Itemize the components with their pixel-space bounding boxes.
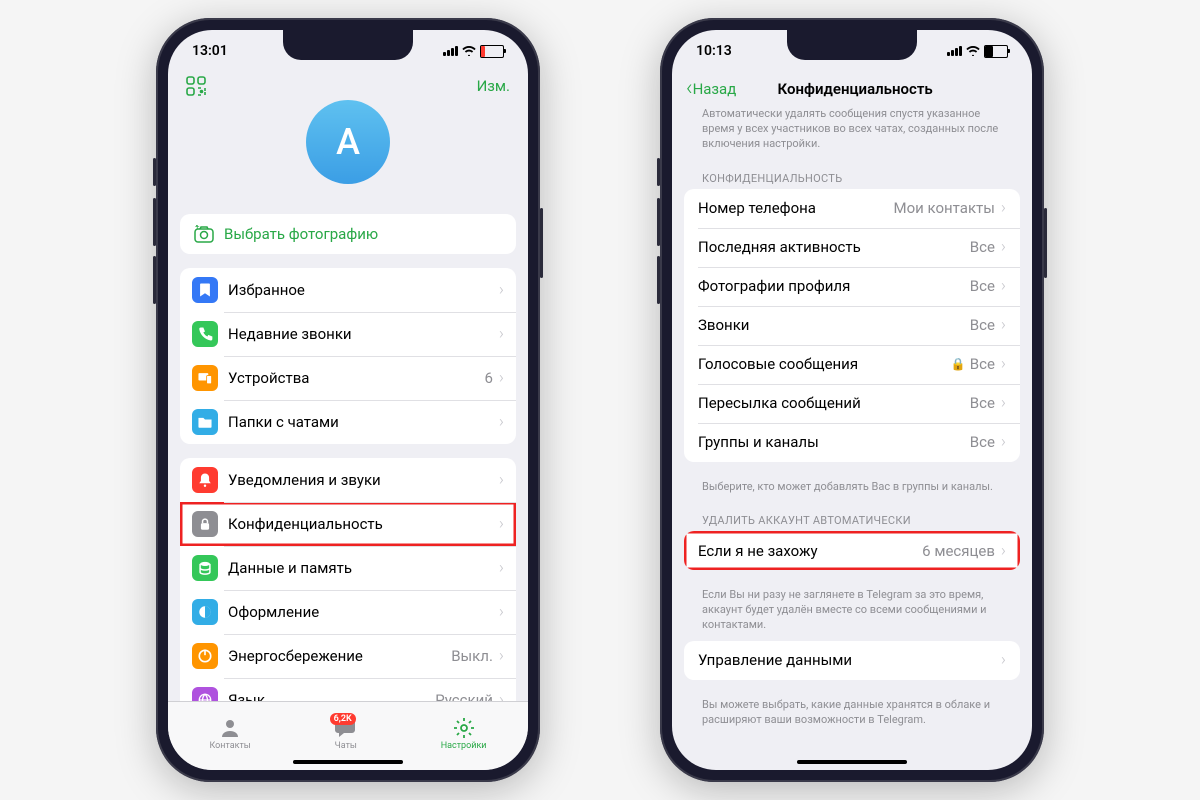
row-звонки[interactable]: Звонки Все › [684, 306, 1020, 345]
chevron-right-icon: › [1001, 432, 1006, 452]
tab-contacts[interactable]: Контакты [209, 717, 250, 751]
chevron-right-icon: › [499, 690, 504, 701]
chats-badge: 6,2K [330, 713, 356, 725]
settings-group-2: Уведомления и звуки › Конфиденциальность… [180, 458, 516, 701]
privacy-group: Номер телефона Мои контакты ›Последняя а… [684, 189, 1020, 462]
row-auto-delete-account[interactable]: Если я не захожу 6 месяцев › [684, 531, 1020, 570]
lock-icon: 🔒 [951, 357, 966, 371]
battery-icon-low [480, 45, 504, 58]
notch [283, 30, 413, 60]
chevron-right-icon: › [1001, 393, 1006, 413]
row-голосовые-сообщения[interactable]: Голосовые сообщения 🔒 Все › [684, 345, 1020, 384]
section-delete-header: УДАЛИТЬ АККАУНТ АВТОМАТИЧЕСКИ [684, 502, 1020, 531]
row-lang[interactable]: Язык Русский › [180, 678, 516, 701]
status-indicators [443, 45, 504, 58]
chevron-right-icon: › [499, 280, 504, 300]
chevron-right-icon: › [499, 368, 504, 388]
theme-icon [192, 599, 218, 625]
nav-bar: ‹ Назад Конфиденциальность [672, 72, 1032, 107]
row-номер-телефона[interactable]: Номер телефона Мои контакты › [684, 189, 1020, 228]
chevron-right-icon: › [1001, 650, 1006, 670]
avatar[interactable]: A [306, 100, 390, 184]
choose-photo-button[interactable]: + Выбрать фотографию [180, 214, 516, 254]
row-фотографии-профиля[interactable]: Фотографии профиля Все › [684, 267, 1020, 306]
chevron-right-icon: › [499, 602, 504, 622]
phone-settings: 13:01 Изм. A + Выбрать фотографию [156, 18, 540, 782]
row-power[interactable]: Энергосбережение Выкл. › [180, 634, 516, 678]
battery-icon [984, 45, 1008, 58]
home-indicator[interactable] [293, 760, 403, 764]
row-folder[interactable]: Папки с чатами › [180, 400, 516, 444]
phone-icon [192, 321, 218, 347]
chevron-right-icon: › [1001, 276, 1006, 296]
home-indicator[interactable] [797, 760, 907, 764]
row-группы-и-каналы[interactable]: Группы и каналы Все › [684, 423, 1020, 462]
row-manage-data[interactable]: Управление данными › [684, 641, 1020, 680]
power-icon [192, 643, 218, 669]
row-bookmark[interactable]: Избранное › [180, 268, 516, 312]
qr-icon[interactable] [186, 76, 206, 96]
settings-group-1: Избранное › Недавние звонки › Устройства… [180, 268, 516, 444]
settings-icon [452, 717, 476, 739]
choose-photo-label: Выбрать фотографию [224, 225, 378, 243]
bookmark-icon [192, 277, 218, 303]
chevron-right-icon: › [499, 558, 504, 578]
folder-icon [192, 409, 218, 435]
status-time: 13:01 [192, 43, 228, 59]
section-delete-footer: Если Вы ни разу не заглянете в Telegram … [684, 584, 1020, 641]
status-time: 10:13 [696, 43, 732, 59]
chevron-right-icon: › [1001, 198, 1006, 218]
manage-group: Управление данными › [684, 641, 1020, 680]
svg-text:+: + [195, 225, 200, 231]
tab-settings[interactable]: Настройки [441, 717, 487, 751]
chevron-right-icon: › [499, 324, 504, 344]
row-lock[interactable]: Конфиденциальность › [180, 502, 516, 546]
row-phone[interactable]: Недавние звонки › [180, 312, 516, 356]
lock-icon [192, 511, 218, 537]
wifi-icon [462, 46, 476, 56]
row-последняя-активность[interactable]: Последняя активность Все › [684, 228, 1020, 267]
chevron-right-icon: › [1001, 237, 1006, 257]
delete-group: Если я не захожу 6 месяцев › [684, 531, 1020, 570]
chevron-right-icon: › [1001, 541, 1006, 561]
wifi-icon [966, 46, 980, 56]
notch [787, 30, 917, 60]
section-privacy-header: КОНФИДЕНЦИАЛЬНОСТЬ [684, 160, 1020, 189]
section-privacy-footer: Выберите, кто может добавлять Вас в груп… [684, 476, 1020, 503]
row-theme[interactable]: Оформление › [180, 590, 516, 634]
edit-button[interactable]: Изм. [477, 77, 510, 95]
chevron-right-icon: › [1001, 315, 1006, 335]
chevron-right-icon: › [499, 514, 504, 534]
chevron-right-icon: › [499, 470, 504, 490]
devices-icon [192, 365, 218, 391]
row-пересылка-сообщений[interactable]: Пересылка сообщений Все › [684, 384, 1020, 423]
row-devices[interactable]: Устройства 6 › [180, 356, 516, 400]
bell-icon [192, 467, 218, 493]
data-icon [192, 555, 218, 581]
camera-icon: + [194, 225, 214, 243]
chevron-right-icon: › [499, 646, 504, 666]
signal-icon [947, 46, 962, 56]
manage-footer: Вы можете выбрать, какие данные хранятся… [684, 694, 1020, 736]
signal-icon [443, 46, 458, 56]
page-title: Конфиденциальность [692, 80, 1018, 98]
row-data[interactable]: Данные и память › [180, 546, 516, 590]
contacts-icon [218, 717, 242, 739]
status-indicators [947, 45, 1008, 58]
phone-privacy: 10:13 ‹ Назад Конфиденциальность Автомат… [660, 18, 1044, 782]
auto-delete-msgs-footer: Автоматически удалять сообщения спустя у… [684, 107, 1020, 160]
chevron-right-icon: › [1001, 354, 1006, 374]
tab-chats[interactable]: 6,2K Чаты [334, 717, 358, 751]
lang-icon [192, 687, 218, 701]
row-bell[interactable]: Уведомления и звуки › [180, 458, 516, 502]
chevron-right-icon: › [499, 412, 504, 432]
